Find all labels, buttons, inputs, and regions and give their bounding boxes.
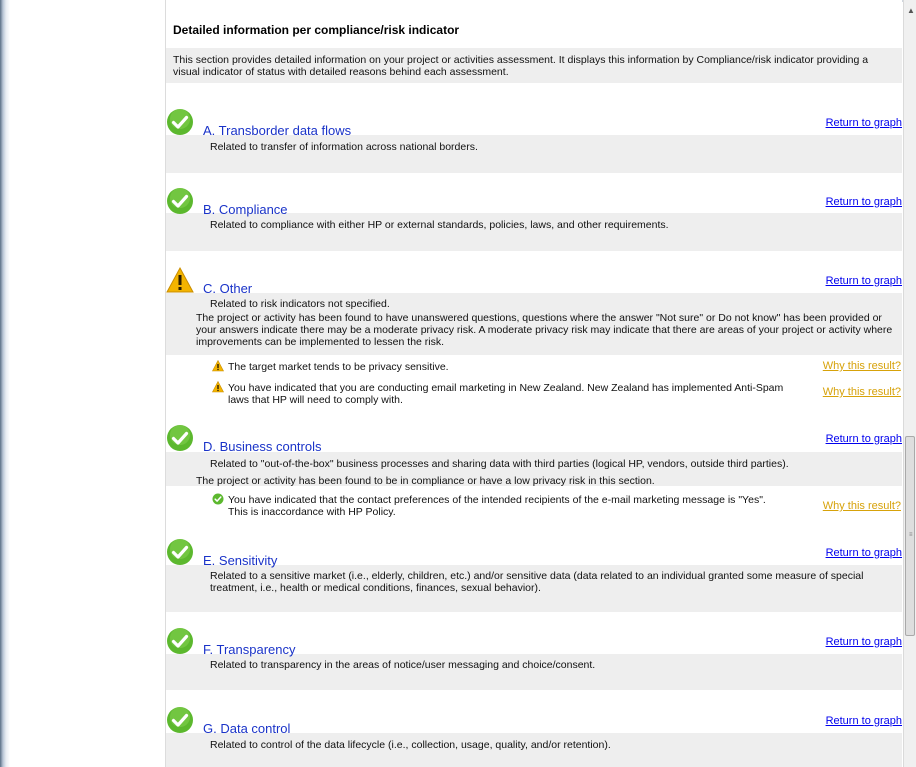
section-a-desc: Related to transfer of information acros…: [210, 141, 478, 153]
result-item: The target market tends to be privacy se…: [228, 361, 449, 373]
window-left-frame: [0, 0, 10, 767]
section-g-desc: Related to control of the data lifecycle…: [210, 739, 611, 751]
why-this-result-link[interactable]: Why this result?: [823, 360, 901, 372]
section-e-title: E. Sensitivity: [203, 553, 278, 568]
section-a-title: A. Transborder data flows: [203, 123, 352, 138]
vertical-scrollbar[interactable]: ▲ ≡: [903, 0, 916, 767]
return-to-graph-link-f[interactable]: Return to graph: [826, 636, 902, 648]
why-this-result-link[interactable]: Why this result?: [823, 386, 901, 398]
check-icon: [167, 539, 193, 565]
result-item: You have indicated that the contact pref…: [228, 494, 766, 518]
left-pane: [10, 0, 166, 767]
section-e-desc: Related to a sensitive market (i.e., eld…: [210, 570, 864, 594]
section-header: Detailed information per compliance/risk…: [166, 13, 902, 47]
section-d-desc: Related to "out-of-the-box" business pro…: [210, 458, 789, 470]
check-icon: [167, 628, 193, 654]
check-icon: [212, 493, 224, 505]
page-title: Detailed information per compliance/risk…: [173, 23, 460, 37]
return-to-graph-link-d[interactable]: Return to graph: [826, 433, 902, 445]
section-c-desc: Related to risk indicators not specified…: [210, 298, 390, 310]
return-to-graph-link-b[interactable]: Return to graph: [826, 196, 902, 208]
section-f-desc: Related to transparency in the areas of …: [210, 659, 596, 671]
section-c-summary: The project or activity has been found t…: [196, 312, 893, 348]
section-d-summary: The project or activity has been found t…: [196, 475, 655, 487]
section-c-title: C. Other: [203, 281, 253, 296]
section-f-title: F. Transparency: [203, 642, 296, 657]
report-content: Detailed information per compliance/risk…: [166, 0, 902, 767]
return-to-graph-link-e[interactable]: Return to graph: [826, 547, 902, 559]
return-to-graph-link-g[interactable]: Return to graph: [826, 715, 902, 727]
warning-icon: [212, 360, 224, 372]
scrollbar-thumb[interactable]: ≡: [905, 436, 915, 636]
section-b-title: B. Compliance: [203, 202, 288, 217]
why-this-result-link[interactable]: Why this result?: [823, 500, 901, 512]
intro-text: This section provides detailed informati…: [173, 54, 869, 78]
check-icon: [167, 707, 193, 733]
scroll-up-arrow-icon[interactable]: ▲: [907, 6, 915, 15]
intro-panel: This section provides detailed informati…: [166, 48, 902, 83]
return-to-graph-link-a[interactable]: Return to graph: [826, 117, 902, 129]
result-item: You have indicated that you are conducti…: [228, 382, 784, 406]
warning-icon: [166, 266, 194, 293]
return-to-graph-link-c[interactable]: Return to graph: [826, 275, 902, 287]
section-b-desc: Related to compliance with either HP or …: [210, 219, 669, 231]
section-g-title: G. Data control: [203, 721, 291, 736]
section-d-title: D. Business controls: [203, 439, 322, 454]
grip-icon: ≡: [909, 532, 913, 538]
check-icon: [167, 425, 193, 451]
check-icon: [167, 109, 193, 135]
warning-icon: [212, 381, 224, 393]
check-icon: [167, 188, 193, 214]
